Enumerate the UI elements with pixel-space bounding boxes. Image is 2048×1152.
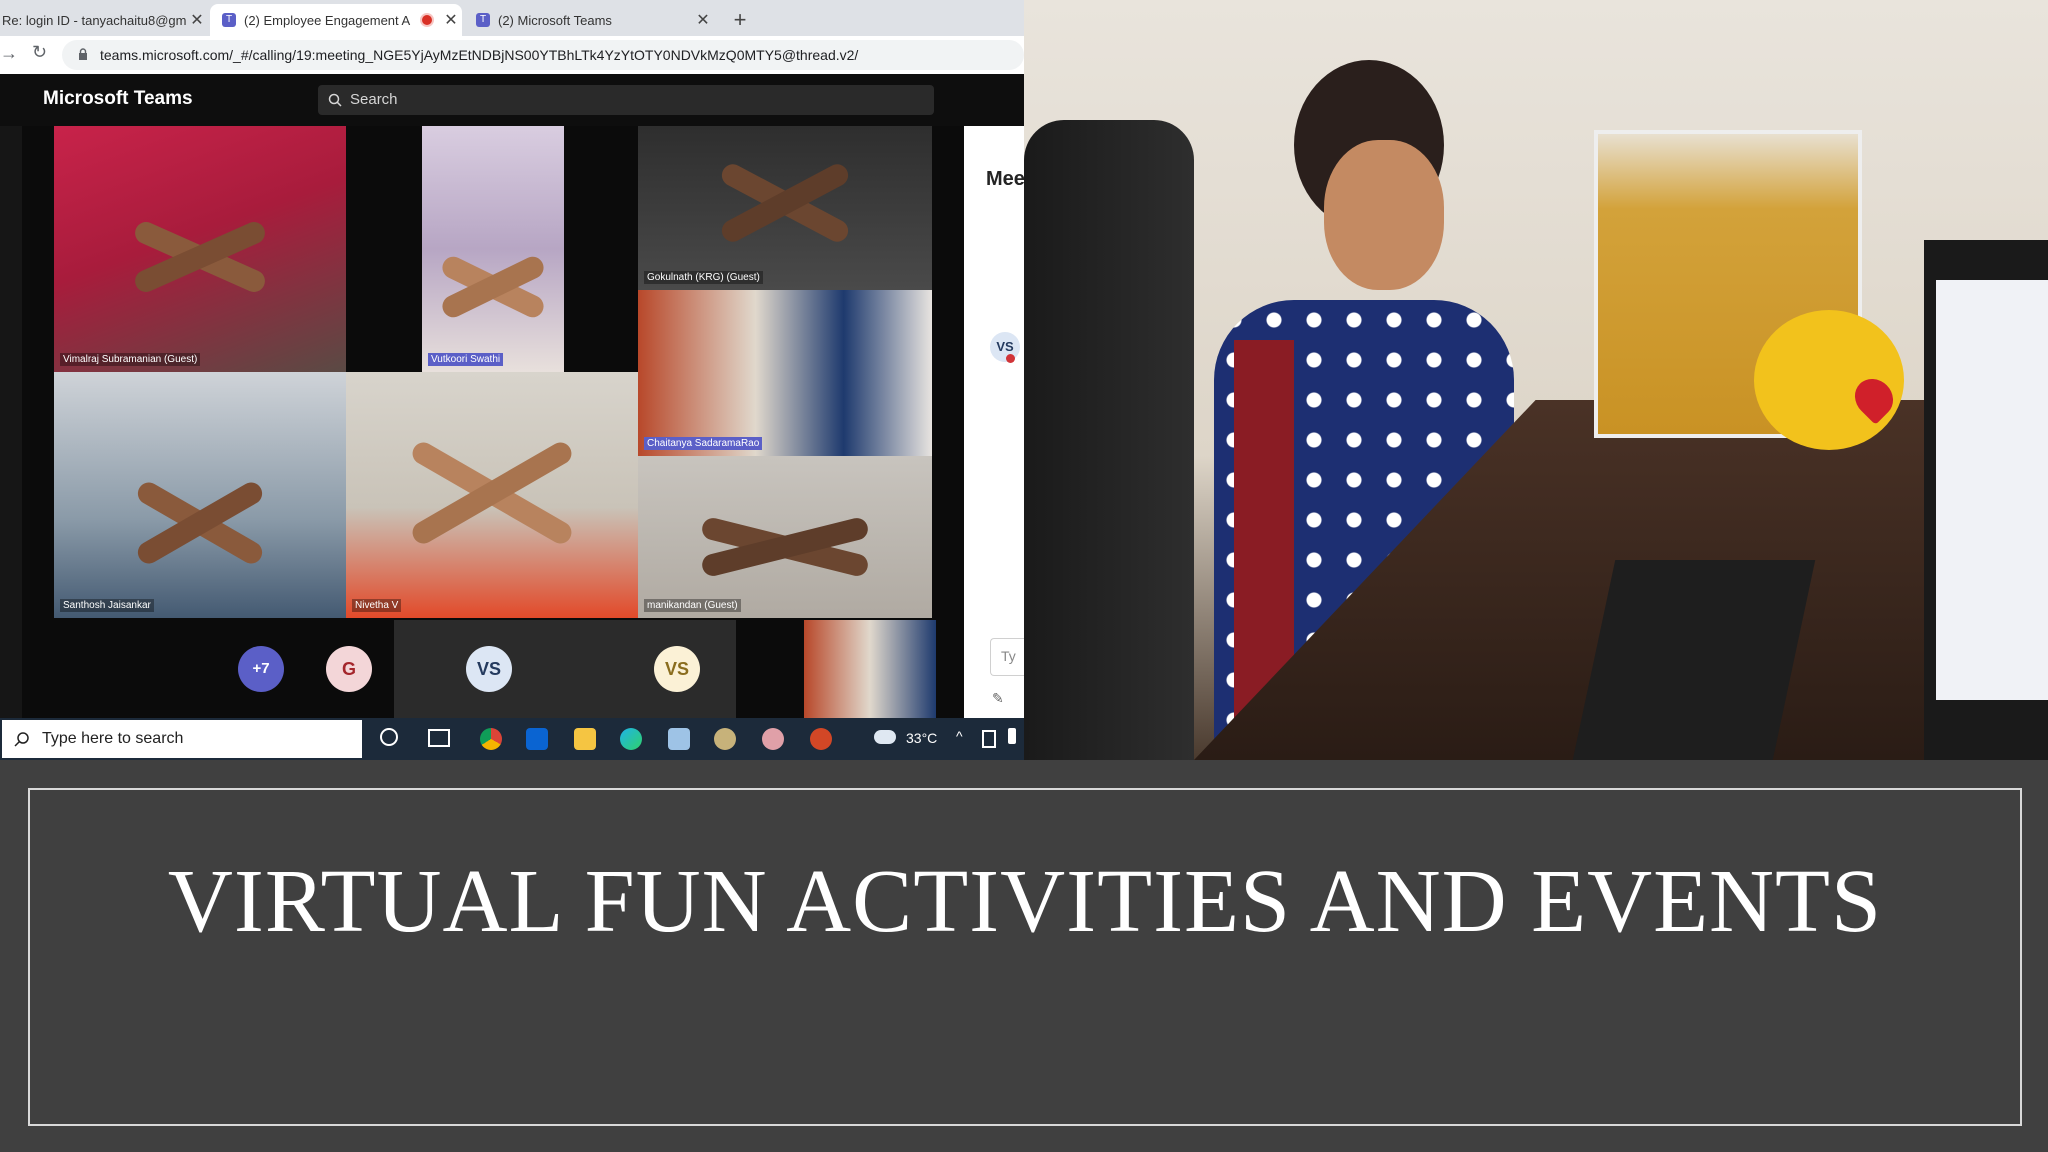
taskbar-search-placeholder: Type here to search	[42, 730, 184, 747]
office-photo	[1024, 0, 2048, 760]
meeting-chat-panel: Mee VS Ty ✎	[964, 126, 1024, 720]
chat-avatar: VS	[990, 332, 1020, 362]
browser-tab-engagement[interactable]: T (2) Employee Engagement A ✕	[210, 4, 462, 36]
outlook-icon[interactable]	[526, 728, 548, 750]
video-tile[interactable]: Nivetha V	[346, 372, 638, 618]
computer-monitor	[1924, 240, 2048, 760]
file-explorer-icon[interactable]	[574, 728, 596, 750]
chevron-up-icon[interactable]: ^	[956, 728, 963, 744]
self-view-video[interactable]	[804, 620, 936, 720]
participant-name: Chaitanya SadaramaRao	[644, 437, 763, 450]
cortana-icon[interactable]	[380, 728, 398, 746]
headline: VIRTUAL FUN ACTIVITIES AND EVENTS	[167, 852, 1883, 951]
teams-left-rail	[0, 126, 22, 720]
browser-tab-bar: Re: login ID - tanyachaitu8@gma ✕ T (2) …	[0, 0, 1024, 36]
weather-icon[interactable]	[874, 730, 896, 744]
video-tile[interactable]: manikandan (Guest)	[638, 456, 932, 618]
tab-label: (2) Employee Engagement A	[244, 12, 411, 28]
tab-label: Re: login ID - tanyachaitu8@gma	[2, 12, 186, 28]
keyboard	[1572, 560, 1816, 760]
search-placeholder: Search	[350, 91, 398, 108]
paint-icon[interactable]	[714, 728, 736, 750]
overflow-count-badge[interactable]: +7	[238, 646, 284, 692]
close-icon[interactable]: ✕	[440, 10, 462, 30]
close-icon[interactable]: ✕	[186, 10, 208, 30]
compose-placeholder: Ty	[1001, 648, 1016, 664]
teams-search-input[interactable]: Search	[318, 85, 934, 115]
search-icon	[328, 93, 342, 107]
app-icon[interactable]	[668, 728, 690, 750]
panel-title: Mee	[986, 168, 1024, 190]
teams-header: Microsoft Teams Search	[0, 74, 1024, 126]
avatar[interactable]: VS	[654, 646, 700, 692]
overflow-row: +7 G VS VS	[22, 620, 964, 720]
teams-icon: T	[476, 13, 490, 27]
office-chair	[1024, 120, 1194, 760]
video-tile[interactable]: Gokulnath (KRG) (Guest)	[638, 126, 932, 290]
avatar[interactable]: G	[326, 646, 372, 692]
search-icon	[14, 732, 29, 747]
teams-screenshot: Re: login ID - tanyachaitu8@gma ✕ T (2) …	[0, 0, 1024, 760]
powerpoint-icon[interactable]	[810, 728, 832, 750]
reload-icon[interactable]: ↻	[32, 42, 47, 63]
chat-compose-box[interactable]: Ty	[990, 638, 1024, 676]
browser-tab-email[interactable]: Re: login ID - tanyachaitu8@gma ✕	[0, 4, 208, 36]
task-view-icon[interactable]	[428, 729, 450, 747]
avatar[interactable]: VS	[466, 646, 512, 692]
caption-frame: VIRTUAL FUN ACTIVITIES AND EVENTS	[28, 788, 2022, 1126]
status-dot	[1006, 354, 1015, 363]
url-box[interactable]: teams.microsoft.com/_#/calling/19:meetin…	[62, 40, 1024, 70]
participant-name: Santhosh Jaisankar	[60, 599, 154, 612]
taskbar-search-input[interactable]: Type here to search	[2, 720, 362, 758]
format-icon[interactable]: ✎	[992, 690, 1004, 707]
recording-icon	[420, 13, 434, 27]
video-tile[interactable]: Santhosh Jaisankar	[54, 372, 346, 618]
app-title: Microsoft Teams	[43, 88, 193, 109]
url-text: teams.microsoft.com/_#/calling/19:meetin…	[100, 47, 859, 63]
participant-name: Vutkoori Swathi	[428, 353, 504, 366]
microphone-icon[interactable]	[1008, 728, 1016, 744]
person-face	[1324, 140, 1444, 290]
network-icon[interactable]	[982, 730, 996, 748]
windows-taskbar: Type here to search 33°C ^	[0, 718, 1024, 760]
video-tile[interactable]: Vimalraj Subramanian (Guest)	[54, 126, 346, 372]
teams-icon: T	[222, 13, 236, 27]
participant-name: Gokulnath (KRG) (Guest)	[644, 271, 763, 284]
participant-name: Vimalraj Subramanian (Guest)	[60, 353, 201, 366]
new-tab-button[interactable]: +	[726, 6, 754, 34]
tab-label: (2) Microsoft Teams	[498, 12, 612, 28]
chrome-icon[interactable]	[480, 728, 502, 750]
participant-name: Nivetha V	[352, 599, 402, 612]
emoji-cushion	[1754, 310, 1904, 450]
browser-tab-teams[interactable]: T (2) Microsoft Teams ✕	[464, 4, 714, 36]
address-bar: → ↻ teams.microsoft.com/_#/calling/19:me…	[0, 36, 1024, 75]
edge-icon[interactable]	[620, 728, 642, 750]
video-tile[interactable]: Chaitanya SadaramaRao	[638, 290, 932, 456]
forward-icon[interactable]: →	[0, 43, 18, 64]
close-icon[interactable]: ✕	[692, 10, 714, 30]
participant-name: manikandan (Guest)	[644, 599, 741, 612]
weather-temperature: 33°C	[906, 730, 938, 746]
lock-icon	[79, 48, 87, 60]
snipping-tool-icon[interactable]	[762, 728, 784, 750]
video-tile[interactable]: Vutkoori Swathi	[422, 126, 564, 372]
monitor-screen	[1936, 280, 2048, 700]
